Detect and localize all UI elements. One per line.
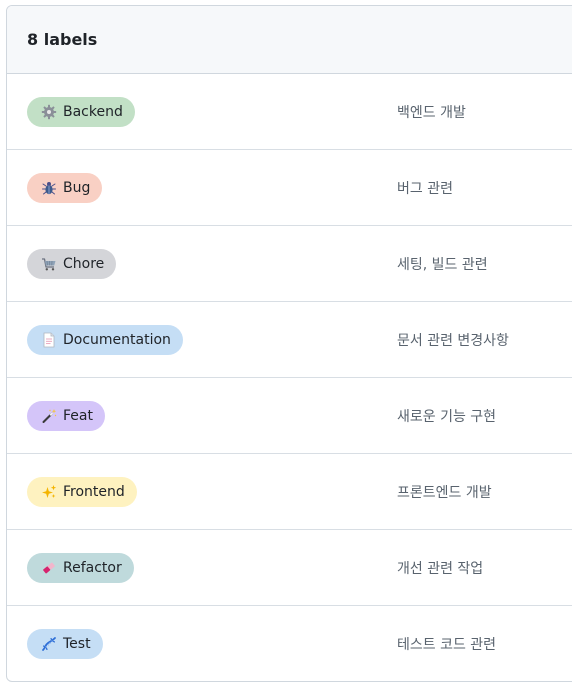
labels-header: 8 labels	[7, 6, 572, 74]
label-description: 버그 관련	[397, 181, 453, 197]
label-row: Test 테스트 코드 관련	[7, 606, 572, 681]
label-pill-frontend[interactable]: Frontend	[27, 477, 137, 507]
label-row: Bug 버그 관련	[7, 150, 572, 226]
label-description: 프론트엔드 개발	[397, 485, 492, 501]
label-pill-backend[interactable]: Backend	[27, 97, 135, 127]
label-name: Documentation	[63, 332, 171, 348]
shopping-cart-icon	[41, 256, 57, 272]
label-pill-refactor[interactable]: Refactor	[27, 553, 134, 583]
label-pill-bug[interactable]: Bug	[27, 173, 103, 203]
label-name: Frontend	[63, 484, 125, 500]
page-icon	[41, 332, 57, 348]
label-description: 개선 관련 작업	[397, 561, 484, 577]
label-row: Documentation 문서 관련 변경사항	[7, 302, 572, 378]
gear-icon	[41, 104, 57, 120]
label-name: Feat	[63, 408, 93, 424]
label-description: 세팅, 빌드 관련	[397, 257, 488, 273]
label-name: Chore	[63, 256, 105, 272]
label-name: Test	[63, 636, 91, 652]
magic-wand-icon	[41, 408, 57, 424]
dna-icon	[41, 636, 57, 652]
label-row: Frontend 프론트엔드 개발	[7, 454, 572, 530]
label-name: Refactor	[63, 560, 122, 576]
label-pill-chore[interactable]: Chore	[27, 249, 117, 279]
bug-icon	[41, 180, 57, 196]
eraser-icon	[41, 560, 57, 576]
sparkles-icon	[41, 484, 57, 500]
label-pill-documentation[interactable]: Documentation	[27, 325, 183, 355]
label-description: 테스트 코드 관련	[397, 637, 497, 653]
label-name: Bug	[63, 180, 91, 196]
label-row: Refactor 개선 관련 작업	[7, 530, 572, 606]
label-row: Chore 세팅, 빌드 관련	[7, 226, 572, 302]
label-description: 문서 관련 변경사항	[397, 333, 509, 349]
label-row: Backend 백엔드 개발	[7, 74, 572, 150]
label-pill-feat[interactable]: Feat	[27, 401, 105, 431]
labels-list: 8 labels Backend 백엔드 개발 Bug 버그 관련 Chore …	[6, 5, 572, 682]
label-pill-test[interactable]: Test	[27, 629, 103, 659]
label-row: Feat 새로운 기능 구현	[7, 378, 572, 454]
label-description: 백엔드 개발	[397, 105, 466, 121]
label-name: Backend	[63, 104, 123, 120]
label-description: 새로운 기능 구현	[397, 409, 497, 425]
labels-count: 8 labels	[27, 30, 98, 49]
